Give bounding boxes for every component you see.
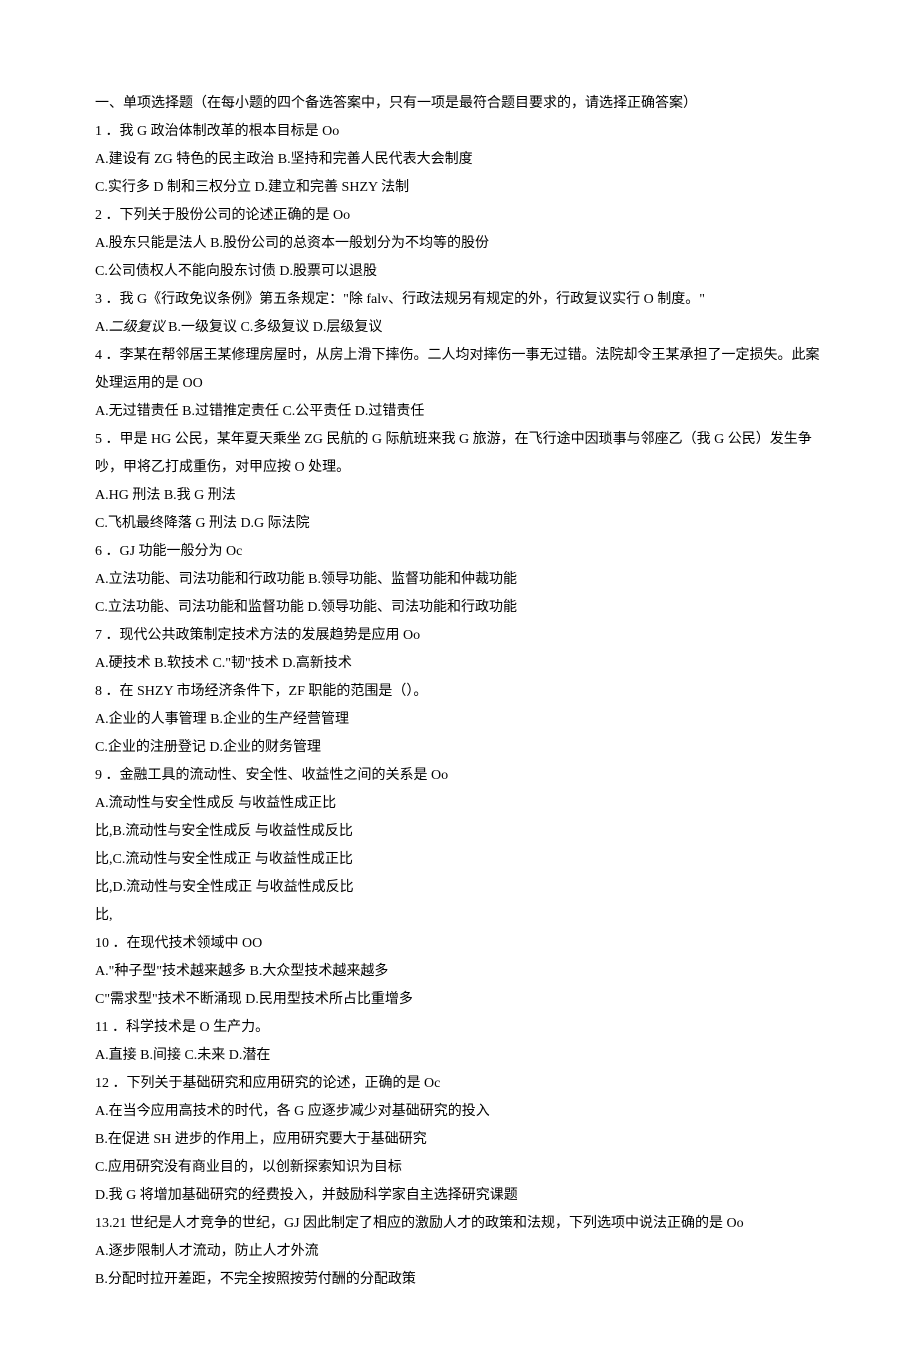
text-line: C.立法功能、司法功能和监督功能 D.领导功能、司法功能和行政功能 [95,594,825,622]
text-line: 比,C.流动性与安全性成正 与收益性成正比 [95,846,825,874]
text-line: 2 ．下列关于股份公司的论述正确的是 Oo [95,202,825,230]
text-line: C.应用研究没有商业目的，以创新探索知识为目标 [95,1154,825,1182]
text-line: 比, [95,902,825,930]
text-line: 5 ．甲是 HG 公民，某年夏天乘坐 ZG 民航的 G 际航班来我 G 旅游，在… [95,426,825,482]
text-line: C.飞机最终降落 G 刑法 D.G 际法院 [95,510,825,538]
text-line: A.直接 B.间接 C.未来 D.潜在 [95,1042,825,1070]
document-body: 一、单项选择题（在每小题的四个备选答案中，只有一项是最符合题目要求的，请选择正确… [95,90,825,1294]
text-line: 6 ．GJ 功能一般分为 Oc [95,538,825,566]
text-line: B.分配时拉开差距，不完全按照按劳付酬的分配政策 [95,1266,825,1294]
text-line: 1 ．我 G 政治体制改革的根本目标是 Oo [95,118,825,146]
text-line: A.逐步限制人才流动，防止人才外流 [95,1238,825,1266]
text-line: 3 ．我 G《行政免议条例》第五条规定："除 falv、行政法规另有规定的外，行… [95,286,825,314]
text-line: 比,B.流动性与安全性成反 与收益性成反比 [95,818,825,846]
text-line: A."种子型"技术越来越多 B.大众型技术越来越多 [95,958,825,986]
text-line: B.在促进 SH 进步的作用上，应用研究要大于基础研究 [95,1126,825,1154]
text-line: A.无过错责任 B.过错推定责任 C.公平责任 D.过错责任 [95,398,825,426]
text-line: A.立法功能、司法功能和行政功能 B.领导功能、监督功能和仲裁功能 [95,566,825,594]
text-line: A.建设有 ZG 特色的民主政治 B.坚持和完善人民代表大会制度 [95,146,825,174]
text-line: A.硬技术 B.软技术 C."韧"技术 D.高新技术 [95,650,825,678]
text-line: 4 ．李某在帮邻居王某修理房屋时，从房上滑下摔伤。二人均对摔伤一事无过错。法院却… [95,342,825,398]
text-line: A.HG 刑法 B.我 G 刑法 [95,482,825,510]
text-line: 12 ．下列关于基础研究和应用研究的论述，正确的是 Oc [95,1070,825,1098]
italic-text: 二级复议 [109,320,165,335]
text-line: C.企业的注册登记 D.企业的财务管理 [95,734,825,762]
text-line: C.实行多 D 制和三权分立 D.建立和完善 SHZY 法制 [95,174,825,202]
text-line: 8 ．在 SHZY 市场经济条件下，ZF 职能的范围是（）。 [95,678,825,706]
text-line: C.公司债权人不能向股东讨债 D.股票可以退股 [95,258,825,286]
text-line: 7 ．现代公共政策制定技术方法的发展趋势是应用 Oo [95,622,825,650]
text-line: A.在当今应用高技术的时代，各 G 应逐步减少对基础研究的投入 [95,1098,825,1126]
text-line: 比,D.流动性与安全性成正 与收益性成反比 [95,874,825,902]
text-line: A.流动性与安全性成反 与收益性成正比 [95,790,825,818]
text-line: C"需求型"技术不断涌现 D.民用型技术所占比重增多 [95,986,825,1014]
text-line: 9 ．金融工具的流动性、安全性、收益性之间的关系是 Oo [95,762,825,790]
text-line: 一、单项选择题（在每小题的四个备选答案中，只有一项是最符合题目要求的，请选择正确… [95,90,825,118]
text-line: A.企业的人事管理 B.企业的生产经营管理 [95,706,825,734]
text-line: A.二级复议 B.一级复议 C.多级复议 D.层级复议 [95,314,825,342]
text-line: A.股东只能是法人 B.股份公司的总资本一般划分为不均等的股份 [95,230,825,258]
text-line: 13.21 世纪是人才竞争的世纪，GJ 因此制定了相应的激励人才的政策和法规，下… [95,1210,825,1238]
text-line: 11 ．科学技术是 O 生产力。 [95,1014,825,1042]
text-line: D.我 G 将增加基础研究的经费投入，并鼓励科学家自主选择研究课题 [95,1182,825,1210]
text-line: 10 ．在现代技术领域中 OO [95,930,825,958]
